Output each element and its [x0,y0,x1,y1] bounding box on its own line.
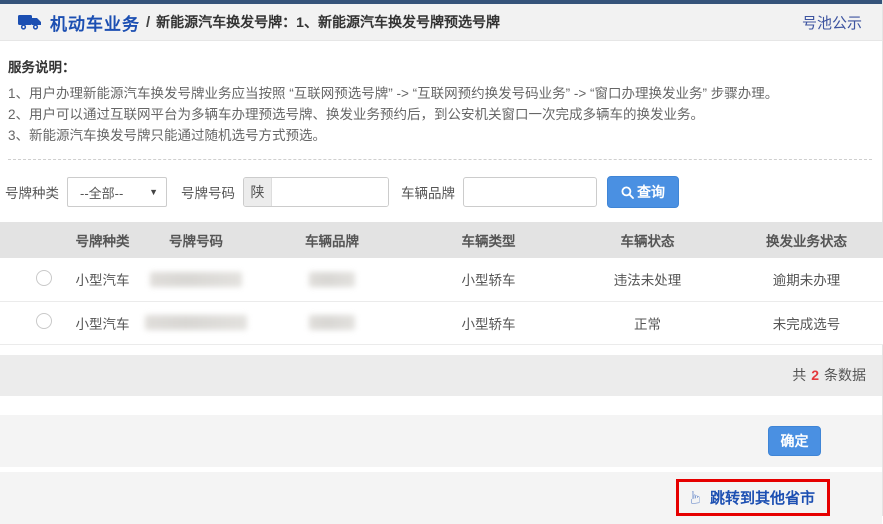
row1-brand-redacted [309,272,355,287]
chevron-down-icon: ▼ [149,187,158,197]
table-row[interactable]: 小型汽车 小型轿车 正常 未完成选号 [0,301,883,344]
service-notes-title: 服务说明： [8,56,872,76]
col-vehicle-status: 车辆状态 [565,222,730,258]
search-button[interactable]: 查询 [607,176,679,208]
confirm-button[interactable]: 确定 [768,426,821,456]
plate-type-select[interactable]: --全部-- ▼ [67,177,167,207]
row1-vehicle-status: 违法未处理 [565,258,730,301]
col-vehicle-type: 车辆类型 [412,222,565,258]
page-title: 新能源汽车换发号牌：1、新能源汽车换发号牌预选号牌 [156,12,500,32]
row2-plate-number-redacted [145,315,247,330]
plate-number-input[interactable] [272,178,388,206]
plate-type-selected-value: --全部-- [80,183,123,202]
vehicle-table: 号牌种类 号牌号码 车辆品牌 车辆类型 车辆状态 换发业务状态 小型汽车 小型轿… [0,222,883,345]
page: 机动车业务 / 新能源汽车换发号牌：1、新能源汽车换发号牌预选号牌 号池公示 服… [0,0,883,516]
col-brand: 车辆品牌 [252,222,412,258]
brand-input[interactable] [463,177,597,207]
row2-plate-type: 小型汽车 [65,301,140,344]
row1-renew-status: 逾期未办理 [730,258,883,301]
row1-plate-type: 小型汽车 [65,258,140,301]
plate-number-group: 陕 [243,177,389,207]
plate-type-label: 号牌种类 [5,182,59,202]
col-plate-type: 号牌种类 [65,222,140,258]
row2-vehicle-status: 正常 [565,301,730,344]
table-row[interactable]: 小型汽车 小型轿车 违法未处理 逾期未办理 [0,258,883,301]
record-count: 2 [811,367,819,383]
row2-vehicle-type: 小型轿车 [412,301,565,344]
plate-number-label: 号牌号码 [181,182,235,202]
row2-brand-redacted [309,315,355,330]
breadcrumb-separator: / [146,14,150,31]
jump-to-other-province-link[interactable]: ☞ 跳转到其他省市 [676,479,830,516]
col-renew-status: 换发业务状态 [730,222,883,258]
hand-pointer-icon: ☞ [688,490,705,505]
service-note-3: 3、新能源汽车换发号牌只能通过随机选号方式预选。 [8,125,872,146]
pool-announcement-link[interactable]: 号池公示 [802,12,862,33]
col-plate-number: 号牌号码 [140,222,252,258]
search-icon [621,186,634,199]
confirm-band: 确定 [0,415,882,467]
service-note-1: 1、用户办理新能源汽车换发号牌业务应当按照 “互联网预选号牌” -> “互联网预… [8,83,872,104]
row1-radio-button[interactable] [36,270,52,286]
count-suffix: 条数据 [824,365,866,385]
truck-icon [18,13,42,31]
count-prefix: 共 [792,365,806,385]
jump-link-label: 跳转到其他省市 [710,487,815,508]
spacer [0,396,882,415]
record-count-bar: 共 2 条数据 [0,355,882,396]
row1-vehicle-type: 小型轿车 [412,258,565,301]
table-header-row: 号牌种类 号牌号码 车辆品牌 车辆类型 车辆状态 换发业务状态 [0,222,883,258]
radio-column-header [0,222,65,258]
brand-label: 车辆品牌 [401,182,455,202]
filter-bar: 号牌种类 --全部-- ▼ 号牌号码 陕 车辆品牌 查询 [0,160,882,222]
service-note-2: 2、用户可以通过互联网平台为多辆车办理预选号牌、换发业务预约后，到公安机关窗口一… [8,104,872,125]
row1-plate-number-redacted [150,272,242,287]
section-title: 机动车业务 [50,10,140,35]
search-button-label: 查询 [637,182,665,202]
row2-radio-button[interactable] [36,313,52,329]
service-notes: 服务说明： 1、用户办理新能源汽车换发号牌业务应当按照 “互联网预选号牌” ->… [0,41,882,160]
plate-prefix: 陕 [244,178,272,206]
row2-renew-status: 未完成选号 [730,301,883,344]
header-bar: 机动车业务 / 新能源汽车换发号牌：1、新能源汽车换发号牌预选号牌 号池公示 [0,4,882,41]
